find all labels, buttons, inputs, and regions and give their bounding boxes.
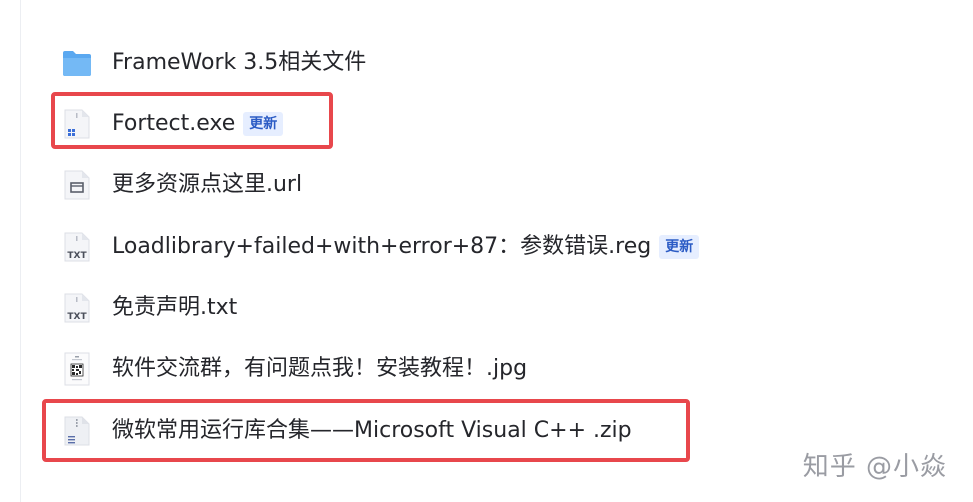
file-name: 软件交流群，有问题点我！安装教程！.jpg <box>112 356 528 381</box>
file-name: 微软常用运行库合集——Microsoft Visual C++ .zip <box>112 418 632 443</box>
file-name: 更多资源点这里.url <box>112 172 303 197</box>
txt-label: TXT <box>67 312 87 322</box>
file-row-loadlibrary-reg[interactable]: TXT Loadlibrary+failed+with+error+87：参数错… <box>60 225 700 269</box>
file-name: 免责声明.txt <box>112 295 238 320</box>
txt-file-icon: TXT <box>60 291 94 325</box>
txt-label: TXT <box>67 251 87 261</box>
image-thumbnail-icon <box>60 352 94 386</box>
file-row-vc-runtime-zip[interactable]: 微软常用运行库合集——Microsoft Visual C++ .zip <box>60 409 632 453</box>
watermark: 知乎 @小焱 <box>802 452 947 482</box>
file-row-fortect-exe[interactable]: Fortect.exe 更新 <box>60 102 284 146</box>
update-badge: 更新 <box>243 112 284 136</box>
zip-file-icon <box>60 414 94 448</box>
file-name: Loadlibrary+failed+with+error+87：参数错误.re… <box>112 234 652 259</box>
txt-file-icon: TXT <box>60 230 94 264</box>
update-badge: 更新 <box>659 235 700 259</box>
file-row-group-jpg[interactable]: 软件交流群，有问题点我！安装教程！.jpg <box>60 347 527 391</box>
url-file-icon <box>60 168 94 202</box>
file-row-disclaimer-txt[interactable]: TXT 免责声明.txt <box>60 286 237 330</box>
file-name: Fortect.exe <box>112 111 236 136</box>
exe-file-icon <box>60 107 94 141</box>
file-name: FrameWork 3.5相关文件 <box>112 50 367 75</box>
folder-icon <box>60 46 94 80</box>
file-list: FrameWork 3.5相关文件 Fortect.exe 更新 更多资源点这里… <box>0 0 973 502</box>
file-row-more-resources-url[interactable]: 更多资源点这里.url <box>60 163 302 207</box>
file-row-framework-folder[interactable]: FrameWork 3.5相关文件 <box>60 41 366 85</box>
